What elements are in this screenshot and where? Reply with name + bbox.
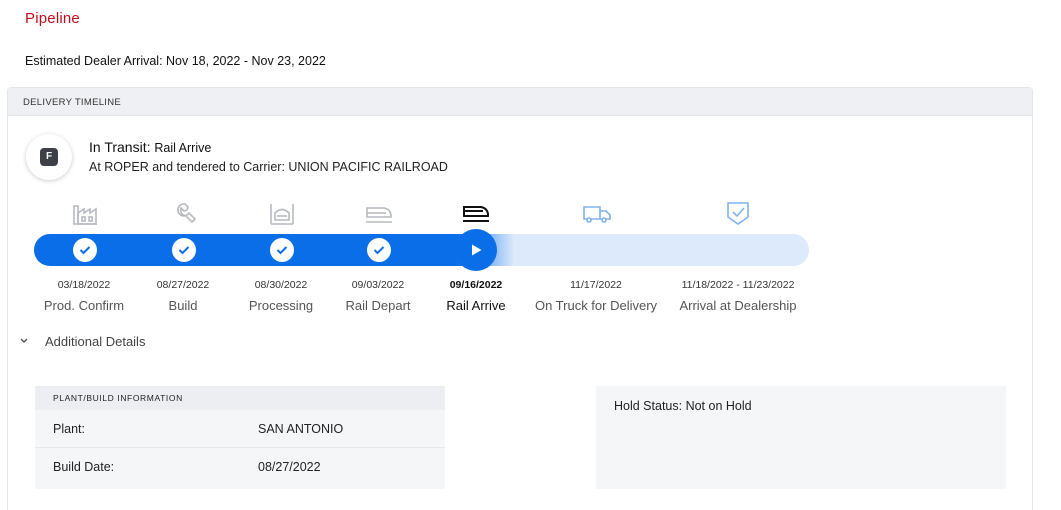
check-icon — [373, 246, 385, 255]
transit-status-main: In Transit: — [89, 139, 151, 155]
check-icon — [79, 246, 91, 255]
detail-row: Plant: SAN ANTONIO — [35, 410, 445, 448]
rail-depart-icon — [364, 199, 394, 227]
chevron-down-icon — [20, 336, 32, 347]
hold-status: Hold Status: Not on Hold — [614, 399, 752, 413]
hold-status-panel: Hold Status: Not on Hold — [596, 386, 1006, 489]
check-icon — [178, 246, 190, 255]
timeline-progress-track — [34, 234, 809, 266]
transit-location: At ROPER and tendered to Carrier: UNION … — [89, 160, 448, 174]
detail-value: 08/27/2022 — [258, 460, 321, 474]
step-label: Arrival at Dealership — [679, 298, 797, 313]
truck-icon — [582, 199, 612, 227]
transit-status-sub: Rail Arrive — [154, 141, 212, 155]
step-date: 11/17/2022 — [570, 279, 622, 291]
detail-key: Build Date: — [53, 460, 115, 474]
transit-status: In Transit: Rail Arrive — [89, 139, 211, 155]
model-avatar: F — [26, 134, 72, 180]
shield-check-icon — [723, 199, 753, 227]
play-icon — [472, 244, 482, 256]
step-node-done — [73, 238, 97, 262]
wrench-icon — [168, 199, 198, 227]
detail-value: SAN ANTONIO — [258, 421, 344, 436]
page-title: Pipeline — [25, 10, 80, 27]
model-badge: F — [40, 148, 58, 166]
step-node-done — [367, 238, 391, 262]
step-date: 11/18/2022 - 11/23/2022 — [681, 279, 795, 291]
step-node-done — [172, 238, 196, 262]
step-node-done — [270, 238, 294, 262]
check-icon — [276, 246, 288, 255]
step-date-current: 09/16/2022 — [449, 279, 503, 291]
delivery-timeline-header: DELIVERY TIMELINE — [8, 88, 1032, 116]
step-label: On Truck for Delivery — [534, 298, 658, 313]
plant-build-panel: PLANT/BUILD INFORMATION Plant: SAN ANTON… — [35, 386, 445, 489]
step-node-current — [455, 229, 497, 271]
detail-row: Build Date: 08/27/2022 — [35, 448, 445, 486]
additional-details-toggle[interactable]: Additional Details — [20, 334, 145, 349]
factory-icon — [70, 199, 100, 227]
additional-details-label: Additional Details — [45, 334, 146, 349]
detail-key: Plant: — [53, 421, 85, 436]
estimated-arrival: Estimated Dealer Arrival: Nov 18, 2022 -… — [25, 54, 326, 68]
rail-arrive-icon — [461, 199, 491, 227]
plant-build-header: PLANT/BUILD INFORMATION — [35, 386, 445, 410]
processing-icon — [267, 199, 297, 227]
